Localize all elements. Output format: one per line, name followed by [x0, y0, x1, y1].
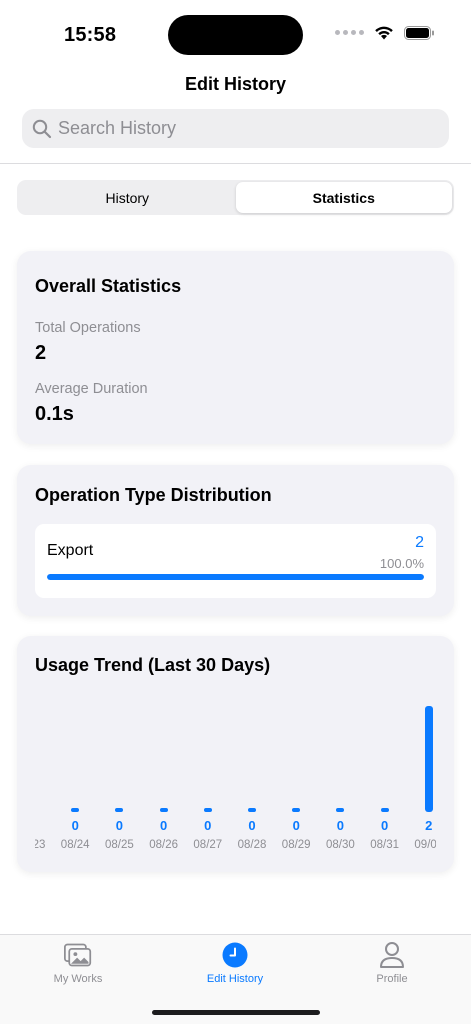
overall-statistics-card: Overall Statistics Total Operations 2 Av… [17, 251, 454, 444]
person-icon [378, 941, 406, 969]
trend-date-label: 08/31 [370, 839, 399, 851]
trend-date-label: 08/30 [326, 839, 355, 851]
status-bar: 15:58 [0, 0, 471, 64]
operation-distribution-title: Operation Type Distribution [35, 485, 272, 505]
trend-bar [115, 808, 124, 812]
trend-date-label: 08/24 [60, 839, 90, 851]
total-operations-label: Total Operations [35, 320, 141, 336]
trend-column: 0 08/29 [274, 696, 318, 856]
distribution-item-name: Export [47, 542, 94, 559]
tab-edit-history-label: Edit History [206, 973, 264, 985]
usage-trend-card: Usage Trend (Last 30 Days) 008/23008/240… [17, 636, 454, 872]
page-title: Edit History [184, 74, 286, 94]
trend-column: 0 08/25 [97, 696, 141, 856]
search-icon [32, 119, 52, 138]
trend-date-label: 08/25 [105, 839, 134, 851]
trend-bar [424, 706, 433, 812]
trend-column: 0 08/28 [230, 696, 274, 856]
trend-value-label: 0 [248, 818, 256, 833]
trend-bar [248, 808, 256, 812]
distribution-item-percent: 100.0% [379, 556, 424, 571]
wifi-icon [375, 26, 393, 40]
trend-bar [203, 808, 212, 812]
segment-history[interactable]: History [19, 182, 236, 213]
status-icons [335, 25, 435, 40]
clock-icon [221, 941, 249, 969]
trend-value-label: 0 [380, 818, 389, 833]
trend-date-label: 08/27 [193, 839, 223, 851]
average-duration-value: 0.1s [35, 403, 74, 425]
trend-column: 0 08/26 [142, 696, 186, 856]
trend-value-label: 2 [425, 818, 433, 833]
trend-bar [380, 808, 389, 812]
trend-column: 0 08/24 [53, 696, 97, 856]
trend-value-label: 0 [35, 818, 53, 833]
battery-icon [404, 25, 434, 40]
tab-my-works-label: My Works [53, 973, 103, 985]
tab-profile[interactable]: Profile [332, 935, 452, 995]
trend-bar [336, 808, 345, 812]
signal-dots-icon [335, 30, 364, 35]
trend-bar [292, 808, 301, 812]
average-duration-label: Average Duration [35, 381, 148, 397]
trend-bar [159, 808, 168, 812]
trend-column: 2 09/01 [407, 696, 436, 856]
trend-date-label: 08/26 [149, 839, 178, 851]
trend-date-label: 09/01 [414, 839, 436, 851]
trend-value-label: 0 [159, 818, 168, 833]
trend-column: 0 08/30 [318, 696, 362, 856]
search-bar[interactable] [22, 109, 449, 148]
trend-column: 0 08/27 [186, 696, 230, 856]
home-indicator [152, 1010, 320, 1015]
trend-value-label: 0 [71, 818, 79, 833]
trend-value-label: 0 [292, 818, 300, 833]
tab-my-works[interactable]: My Works [18, 935, 138, 995]
tab-profile-label: Profile [376, 973, 408, 985]
overall-statistics-title: Overall Statistics [35, 276, 182, 296]
usage-trend-chart: 0 08/23 0 08/24 0 08/25 0 08/26 0 08/27 0 08/28 0 08/… [35, 696, 436, 856]
distribution-progress-fill [47, 574, 424, 580]
search-input[interactable] [58, 118, 418, 139]
distribution-progress-track [47, 574, 424, 580]
trend-value-label: 0 [204, 818, 212, 833]
trend-bar [71, 808, 80, 812]
trend-column: 0 08/31 [363, 696, 407, 856]
trend-column: 0 08/23 [35, 696, 53, 856]
photo-stack-icon [64, 941, 92, 969]
distribution-item: Export 2 100.0% [35, 524, 436, 598]
total-operations-value: 2 [35, 342, 47, 364]
header-divider [0, 163, 471, 164]
distribution-item-count: 2 [415, 534, 424, 551]
trend-date-label: 08/29 [281, 839, 311, 851]
segment-statistics[interactable]: Statistics [235, 182, 452, 213]
trend-date-label: 08/23 [35, 839, 46, 851]
tab-edit-history[interactable]: Edit History [175, 935, 295, 995]
segmented-control: History Statistics [17, 180, 454, 215]
trend-value-label: 0 [336, 818, 344, 833]
usage-trend-title: Usage Trend (Last 30 Days) [35, 655, 271, 675]
trend-date-label: 08/28 [237, 839, 267, 851]
trend-value-label: 0 [115, 818, 123, 833]
operation-distribution-card: Operation Type Distribution Export 2 100… [17, 465, 454, 616]
dynamic-island [168, 15, 303, 55]
status-time: 15:58 [64, 24, 117, 46]
